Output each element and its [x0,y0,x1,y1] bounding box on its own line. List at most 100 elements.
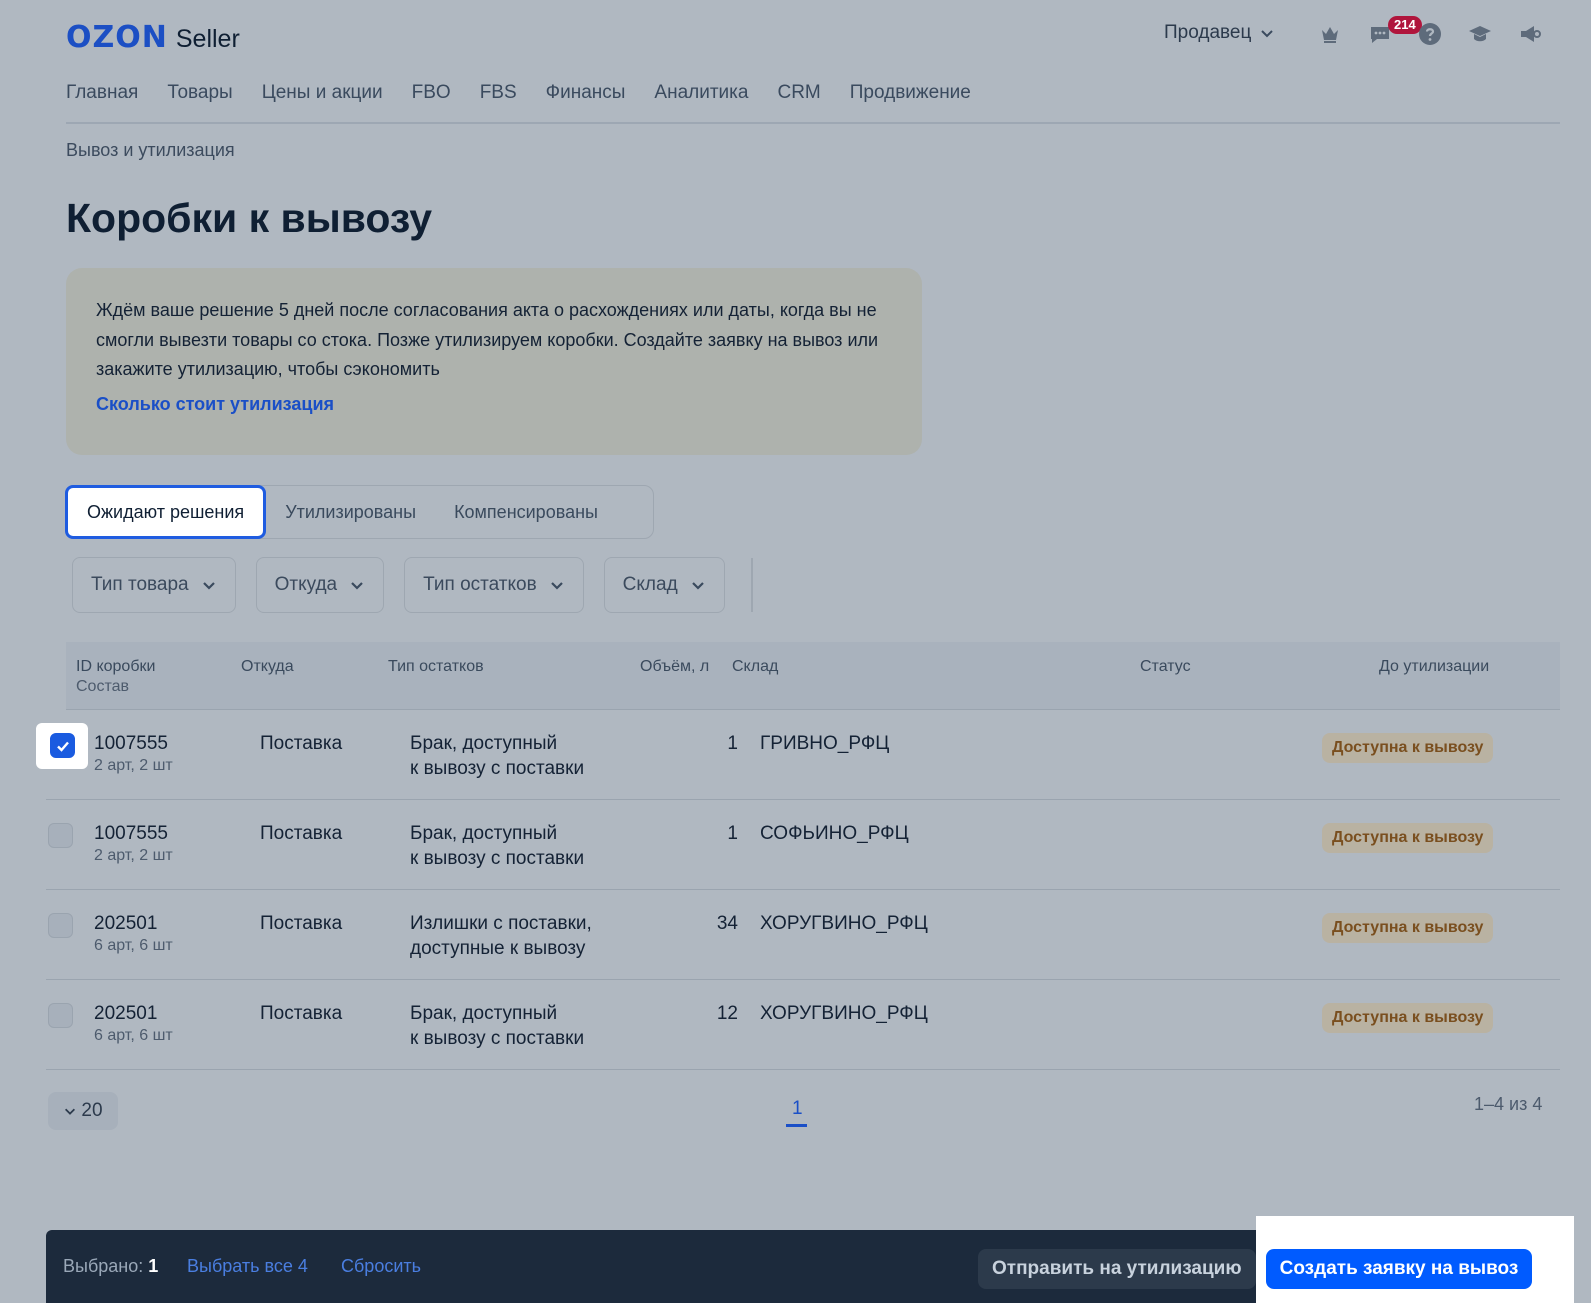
table-row[interactable]: 202501 6 арт, 6 шт Поставка Брак, доступ… [46,980,1560,1070]
box-id: 1007555 [94,733,168,754]
filter-label: Тип товара [91,574,189,595]
nav-item-promotion[interactable]: Продвижение [850,82,971,122]
page-size-select[interactable]: 20 [48,1092,118,1130]
col-from: Откуда [241,658,294,675]
col-status: Статус [1140,658,1191,675]
checkbox-highlight [36,723,88,769]
filter-from[interactable]: Откуда [255,557,385,613]
select-all-link[interactable]: Выбрать все 4 [187,1256,308,1277]
page-title: Коробки к вывозу [66,195,433,241]
chevron-down-icon [351,582,363,590]
nav-item-crm[interactable]: CRM [777,82,820,122]
nav-item-analytics[interactable]: Аналитика [654,82,748,122]
col-until-utilization: До утилизации [1379,658,1490,675]
logo-seller-text: Seller [175,25,240,53]
create-pickup-request-button[interactable]: Создать заявку на вывоз [1266,1249,1532,1289]
col-stock-type: Тип остатков [388,658,484,675]
pagination-range: 1–4 из 4 [1474,1094,1543,1114]
help-icon[interactable] [1418,22,1442,46]
filter-label: Склад [622,574,678,595]
filters-bar: Тип товара Откуда Тип остатков Склад [72,557,753,613]
box-composition: 2 арт, 2 шт [94,847,173,864]
filter-warehouse[interactable]: Склад [603,557,725,613]
chevron-down-icon [550,582,563,590]
from-value: Поставка [260,823,343,844]
row-checkbox[interactable] [48,913,73,938]
seller-menu[interactable]: Продавец [1164,22,1275,44]
col-warehouse: Склад [732,658,779,675]
table-header: ID коробки Состав Откуда Тип остатков Об… [66,642,1560,710]
reset-link[interactable]: Сбросить [341,1256,421,1277]
table-row[interactable]: 1007555 2 арт, 2 шт Поставка Брак, досту… [46,800,1560,890]
table-row[interactable]: 1007555 2 арт, 2 шт Поставка Брак, досту… [36,710,1560,800]
breadcrumb[interactable]: Вывоз и утилизация [66,140,235,161]
warehouse-value: ХОРУГВИНО_РФЦ [760,1003,928,1024]
box-id: 202501 [94,1003,158,1024]
col-id-sub: Состав [76,678,129,695]
status-badge: Доступна к вывозу [1322,913,1494,943]
tab-utilized[interactable]: Утилизированы [266,502,435,523]
stock-type-line1: Излишки с поставки, [410,913,592,934]
from-value: Поставка [260,733,343,754]
education-cap-icon[interactable] [1468,22,1492,46]
notifications-badge: 214 [1388,16,1422,34]
status-badge: Доступна к вывозу [1322,823,1494,853]
stock-type-line2: к вывозу с поставки [410,758,585,779]
megaphone-icon[interactable] [1518,22,1542,46]
box-composition: 2 арт, 2 шт [94,757,173,774]
main-nav: Главная Товары Цены и акции FBO FBS Фина… [66,82,1560,124]
filter-product-type[interactable]: Тип товара [72,557,236,613]
check-icon [56,741,69,752]
nav-item-finance[interactable]: Финансы [546,82,626,122]
stock-type-line1: Брак, доступный [410,823,558,844]
active-page-indicator [786,1124,807,1127]
col-volume: Объём, л [640,658,710,675]
volume-value: 1 [727,823,738,844]
page: OZON Seller Продавец 214 Главная Товары … [0,0,1591,1303]
stock-type-line2: к вывозу с поставки [410,848,585,869]
warehouse-value: ХОРУГВИНО_РФЦ [760,913,928,934]
row-checkbox[interactable] [48,1003,73,1028]
warehouse-value: СОФЬИНО_РФЦ [760,823,909,844]
crown-icon[interactable] [1318,22,1342,46]
page-size-value: 20 [81,1100,103,1121]
tab-awaiting-decision[interactable]: Ожидают решения [65,485,267,539]
chevron-down-icon [202,582,215,590]
from-value: Поставка [260,913,343,934]
box-id: 1007555 [94,823,168,844]
tab-compensated[interactable]: Компенсированы [435,502,617,523]
volume-value: 12 [716,1003,738,1024]
stock-type-line2: доступные к вывозу [410,938,586,959]
chevron-down-icon [691,582,704,590]
row-checkbox[interactable] [48,823,73,848]
chat-icon[interactable]: 214 [1368,16,1422,46]
header-icons: 214 [1318,16,1542,46]
nav-item-products[interactable]: Товары [167,82,232,122]
nav-item-prices[interactable]: Цены и акции [262,82,383,122]
filter-stock-type[interactable]: Тип остатков [404,557,584,613]
box-composition: 6 арт, 6 шт [94,1027,173,1044]
nav-item-fbo[interactable]: FBO [412,82,451,122]
table-row[interactable]: 202501 6 арт, 6 шт Поставка Излишки с по… [46,890,1560,980]
ozon-seller-logo[interactable]: OZON Seller [66,20,240,55]
utilization-cost-link[interactable]: Сколько стоит утилизация [96,394,334,415]
pagination-page[interactable]: 1 [792,1098,803,1120]
box-composition: 6 арт, 6 шт [94,937,173,954]
send-to-utilization-button[interactable]: Отправить на утилизацию [978,1249,1256,1289]
stock-type-line1: Брак, доступный [410,733,558,754]
status-badge: Доступна к вывозу [1322,1003,1494,1033]
status-tabs: Ожидают решения Утилизированы Компенсиро… [65,485,654,539]
seller-menu-label: Продавец [1164,22,1252,43]
col-id: ID коробки [76,658,156,675]
info-text: Ждём ваше решение 5 дней после согласова… [96,300,879,379]
from-value: Поставка [260,1003,343,1024]
status-badge: Доступна к вывозу [1322,733,1494,763]
nav-item-fbs[interactable]: FBS [480,82,517,122]
filter-divider [750,558,753,612]
warehouse-value: ГРИВНО_РФЦ [760,733,890,754]
row-checkbox[interactable] [50,733,75,758]
selected-count: 1 [148,1256,159,1276]
stock-type-line1: Брак, доступный [410,1003,558,1024]
nav-item-main[interactable]: Главная [66,82,138,122]
chevron-down-icon [1261,30,1274,38]
